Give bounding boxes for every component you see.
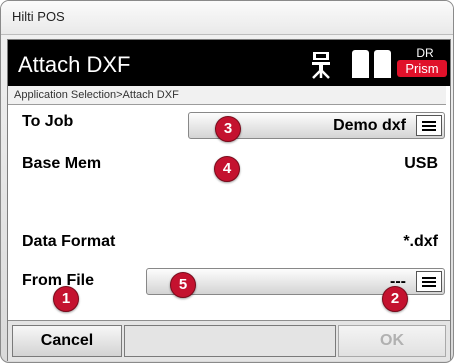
base-mem-value: USB: [404, 155, 438, 172]
to-job-label: To Job: [22, 113, 74, 130]
callout-badge-1: 1: [53, 286, 79, 312]
breadcrumb: Application Selection>Attach DXF: [8, 86, 446, 105]
app-name: Attach DXF: [18, 52, 131, 77]
app-header: Attach DXF DR Prism: [8, 40, 450, 86]
device-frame: Hilti POS Attach DXF DR Prism Applicatio…: [0, 0, 454, 363]
tripod-icon: [312, 52, 330, 79]
callout-badge-3: 3: [215, 116, 241, 142]
callout-badge-2: 2: [382, 286, 408, 312]
cancel-button[interactable]: Cancel: [12, 325, 122, 357]
empty-softkey[interactable]: [124, 325, 336, 357]
ok-button[interactable]: OK: [338, 325, 446, 357]
callout-badge-5: 5: [170, 272, 196, 298]
instrument-bars-icon: [352, 50, 392, 78]
data-format-value: *.dxf: [403, 233, 438, 250]
hamburger-menu-icon[interactable]: [416, 115, 442, 136]
mode-label: DR: [416, 46, 434, 60]
window-titlebar: Hilti POS: [1, 1, 453, 35]
app-panel: Attach DXF DR Prism Application Selectio…: [7, 39, 451, 361]
window-title: Hilti POS: [12, 9, 65, 24]
base-mem-label: Base Mem: [22, 155, 102, 172]
data-format-label: Data Format: [22, 233, 116, 250]
hamburger-menu-icon[interactable]: [416, 271, 442, 292]
callout-badge-4: 4: [214, 156, 240, 182]
softkey-bar: Cancel OK: [8, 320, 450, 361]
prism-badge[interactable]: Prism: [397, 60, 447, 77]
to-job-value: Demo dxf: [333, 117, 406, 134]
